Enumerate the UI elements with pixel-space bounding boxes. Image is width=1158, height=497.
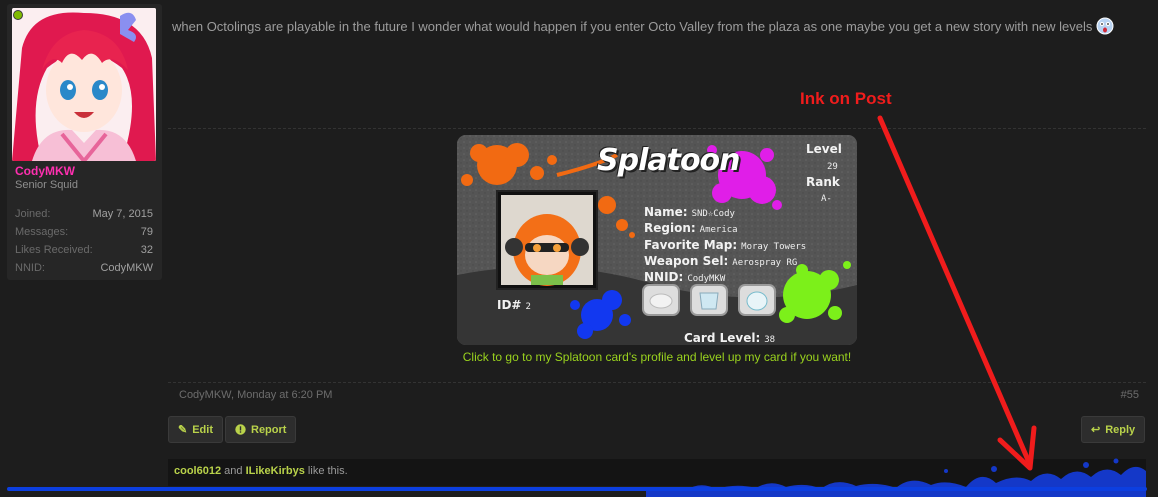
field-label: Region: <box>644 221 696 235</box>
id-label: ID# <box>497 298 522 312</box>
edit-button[interactable]: ✎ Edit <box>168 416 223 443</box>
username[interactable]: CodyMKW <box>15 164 75 178</box>
card-level-value: 38 <box>764 335 776 345</box>
stat-value: CodyMKW <box>100 262 153 274</box>
online-dot-icon <box>13 10 23 20</box>
profile-field: NNID: CodyMKW <box>644 266 725 285</box>
stat-label: NNID: <box>15 262 45 274</box>
stat-joined: Joined: May 7, 2015 <box>15 205 153 223</box>
post-number-link[interactable]: #55 <box>1121 389 1139 401</box>
rank-label: Rank <box>806 175 840 189</box>
stat-label: Messages: <box>15 226 69 238</box>
card-level: Card Level: 38 <box>684 327 775 345</box>
splatoon-card[interactable]: Splatoon Level 29 Rank A- Name: SND☆Cody … <box>457 135 857 345</box>
post-author-date[interactable]: CodyMKW, Monday at 6:20 PM <box>179 389 332 401</box>
id-value: 2 <box>525 302 531 312</box>
user-info-panel: CodyMKW Senior Squid Joined: May 7, 2015… <box>7 4 162 280</box>
user-stats: Joined: May 7, 2015 Messages: 79 Likes R… <box>15 205 153 277</box>
signature-link[interactable]: Click to go to my Splatoon card's profil… <box>457 350 857 364</box>
field-value: Aerospray RG <box>732 258 798 268</box>
report-label: Report <box>251 423 287 436</box>
card-level-label: Card Level: <box>684 331 761 345</box>
user-title: Senior Squid <box>15 179 78 191</box>
level-label: Level <box>806 142 842 156</box>
pencil-icon: ✎ <box>178 424 188 436</box>
alert-icon <box>235 424 246 435</box>
splatoon-logo: Splatoon <box>597 143 741 178</box>
likes-suffix: like this. <box>304 465 348 477</box>
reply-button[interactable]: ↩ Reply <box>1081 416 1146 443</box>
annotation-arrow-icon <box>877 115 1037 471</box>
surprised-emoji-icon <box>1096 17 1114 35</box>
liker-link[interactable]: cool6012 <box>174 465 221 477</box>
reply-arrow-icon: ↩ <box>1091 424 1101 436</box>
stat-label: Likes Received: <box>15 244 93 256</box>
liker-link[interactable]: ILikeKirbys <box>246 465 305 477</box>
stat-nnid: NNID: CodyMKW <box>15 259 153 277</box>
card-id: ID# 2 <box>497 294 531 313</box>
message-text: when Octolings are playable in the futur… <box>172 19 1093 34</box>
field-value: CodyMKW <box>687 274 726 284</box>
stat-value: May 7, 2015 <box>92 208 153 220</box>
avatar[interactable] <box>12 8 156 161</box>
likes-and: and <box>221 465 246 477</box>
stat-value[interactable]: 79 <box>141 223 153 241</box>
edit-label: Edit <box>192 423 213 436</box>
stat-likes-received: Likes Received: 32 <box>15 241 153 259</box>
annotation-label: Ink on Post <box>800 89 892 108</box>
stat-label: Joined: <box>15 208 51 220</box>
ink-line <box>7 487 1147 491</box>
field-label: NNID: <box>644 270 684 284</box>
report-button[interactable]: Report <box>225 416 297 443</box>
stat-messages: Messages: 79 <box>15 223 153 241</box>
stat-value: 32 <box>140 244 153 256</box>
level-value: 29 <box>827 162 838 172</box>
post-message: when Octolings are playable in the futur… <box>172 17 1132 36</box>
rank-value: A- <box>821 194 832 204</box>
reply-label: Reply <box>1105 423 1136 436</box>
